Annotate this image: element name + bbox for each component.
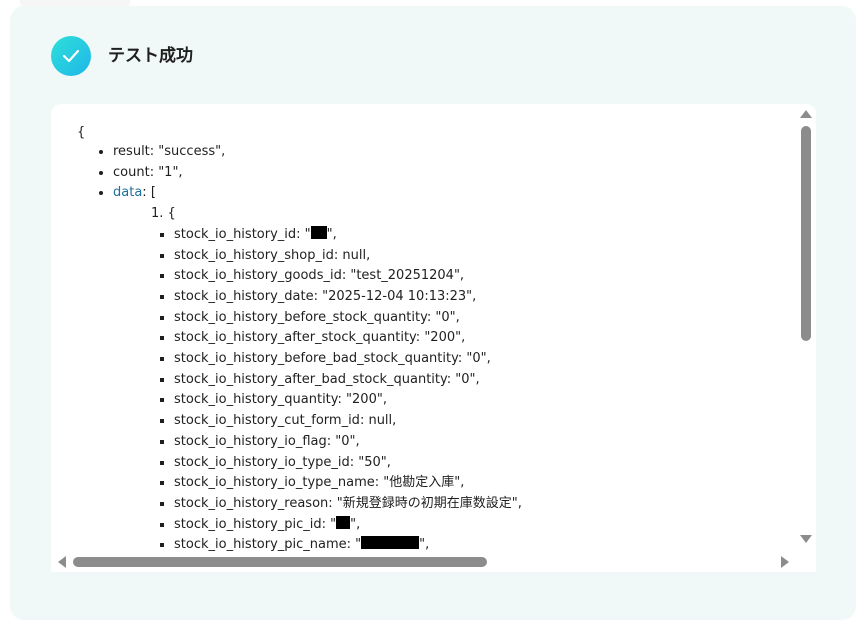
- json-key: stock_io_history_after_bad_stock_quantit…: [174, 371, 447, 387]
- json-record-fields: stock_io_history_id: "",stock_io_history…: [151, 225, 522, 552]
- json-key: stock_io_history_reason: [174, 495, 329, 511]
- json-key: stock_io_history_before_bad_stock_quanti…: [174, 351, 458, 367]
- json-record-field: stock_io_history_shop_id: null,: [174, 246, 522, 267]
- scroll-right-arrow-icon[interactable]: [781, 556, 789, 568]
- check-icon: [62, 49, 80, 63]
- json-value: "50",: [358, 454, 391, 470]
- json-value: "新規登録時の初期在庫数設定",: [336, 495, 522, 511]
- success-check-badge: [51, 36, 91, 76]
- json-record-field: stock_io_history_before_stock_quantity: …: [174, 308, 522, 329]
- json-key: result: [113, 144, 150, 159]
- json-value-suffix: ",: [326, 226, 337, 242]
- json-field-result: result: "success",: [113, 142, 522, 163]
- json-record-field: stock_io_history_quantity: "200",: [174, 390, 522, 411]
- json-record-field: stock_io_history_cut_form_id: null,: [174, 411, 522, 432]
- json-record-field: stock_io_history_pic_id: "",: [174, 515, 522, 536]
- json-key: stock_io_history_after_stock_quantity: [174, 330, 416, 346]
- json-record-field: stock_io_history_id: "",: [174, 225, 522, 246]
- json-key: stock_io_history_pic_id: [174, 516, 322, 532]
- json-value: "200",: [424, 330, 466, 346]
- json-record-field: stock_io_history_io_flag: "0",: [174, 432, 522, 453]
- json-value: null,: [368, 413, 397, 429]
- json-record-field: stock_io_history_before_bad_stock_quanti…: [174, 349, 522, 370]
- json-field-data: data: [ 1. { stock_io_history_id: "",sto…: [113, 183, 522, 552]
- json-key: count: [113, 164, 150, 180]
- json-value: "0",: [335, 433, 360, 449]
- json-key: stock_io_history_io_type_id: [174, 454, 350, 470]
- json-record-field: stock_io_history_goods_id: "test_2025120…: [174, 266, 522, 287]
- json-record-field: stock_io_history_after_bad_stock_quantit…: [174, 370, 522, 391]
- horizontal-scroll-thumb[interactable]: [73, 557, 487, 567]
- page-title: テスト成功: [108, 46, 193, 66]
- json-value: "他勘定入庫",: [383, 475, 465, 491]
- json-key: stock_io_history_date: [174, 288, 314, 304]
- vertical-scrollbar[interactable]: [796, 104, 816, 552]
- json-object-open: {: [167, 206, 176, 222]
- json-record-field: stock_io_history_date: "2025-12-04 10:13…: [174, 287, 522, 308]
- json-key: stock_io_history_io_flag: [174, 433, 327, 449]
- json-array-item: 1. { stock_io_history_id: "",stock_io_hi…: [151, 204, 522, 552]
- scroll-up-arrow-icon[interactable]: [800, 110, 812, 118]
- horizontal-scrollbar[interactable]: [51, 552, 796, 572]
- json-data-array: 1. { stock_io_history_id: "",stock_io_hi…: [113, 204, 522, 552]
- json-output-panel: { result: "success", count: "1", data: […: [51, 104, 816, 572]
- json-record-field: stock_io_history_after_stock_quantity: "…: [174, 328, 522, 349]
- json-record-field: stock_io_history_io_type_id: "50",: [174, 453, 522, 474]
- json-key: stock_io_history_goods_id: [174, 268, 342, 284]
- json-value: "test_20251204",: [350, 268, 465, 284]
- json-key: stock_io_history_shop_id: [174, 247, 334, 263]
- json-open-brace: {: [77, 125, 86, 140]
- json-output-content[interactable]: { result: "success", count: "1", data: […: [51, 104, 796, 552]
- json-value: "0",: [435, 309, 460, 325]
- json-value: null,: [342, 247, 371, 263]
- json-record-field: stock_io_history_reason: "新規登録時の初期在庫数設定"…: [174, 494, 522, 515]
- json-key: stock_io_history_id: [174, 226, 297, 242]
- page: テスト成功 { result: "success", count: "1", d…: [0, 0, 868, 630]
- json-array-open: [: [150, 185, 156, 201]
- json-record-field: stock_io_history_io_type_name: "他勘定入庫",: [174, 473, 522, 494]
- json-value: "0",: [466, 351, 491, 367]
- vertical-scroll-thumb[interactable]: [801, 126, 811, 341]
- json-value: "1",: [158, 164, 183, 180]
- json-value: "200",: [346, 392, 387, 408]
- json-key: stock_io_history_io_type_name: [174, 475, 375, 491]
- json-array-index: 1.: [151, 206, 164, 222]
- json-value-suffix: ",: [350, 516, 361, 532]
- json-key: stock_io_history_pic_name: [174, 537, 347, 552]
- redacted-value-block: [336, 515, 351, 529]
- json-value: "success",: [158, 144, 226, 159]
- json-value-suffix: ",: [419, 537, 430, 552]
- scroll-left-arrow-icon[interactable]: [58, 556, 66, 568]
- scrollbar-corner: [796, 552, 816, 572]
- json-key: stock_io_history_before_stock_quantity: [174, 309, 427, 325]
- json-field-count: count: "1",: [113, 163, 522, 184]
- redacted-value-block: [361, 536, 420, 550]
- json-key-data-link[interactable]: data: [113, 185, 142, 200]
- json-key: stock_io_history_quantity: [174, 392, 338, 408]
- json-value: "2025-12-04 10:13:23",: [322, 288, 477, 304]
- scroll-down-arrow-icon[interactable]: [800, 535, 812, 543]
- json-top-level-list: result: "success", count: "1", data: [ 1…: [51, 142, 522, 552]
- redacted-value-block: [310, 225, 327, 239]
- json-record-field: stock_io_history_pic_name: "",: [174, 535, 522, 552]
- json-key: stock_io_history_cut_form_id: [174, 413, 360, 429]
- json-value: "0",: [455, 371, 480, 387]
